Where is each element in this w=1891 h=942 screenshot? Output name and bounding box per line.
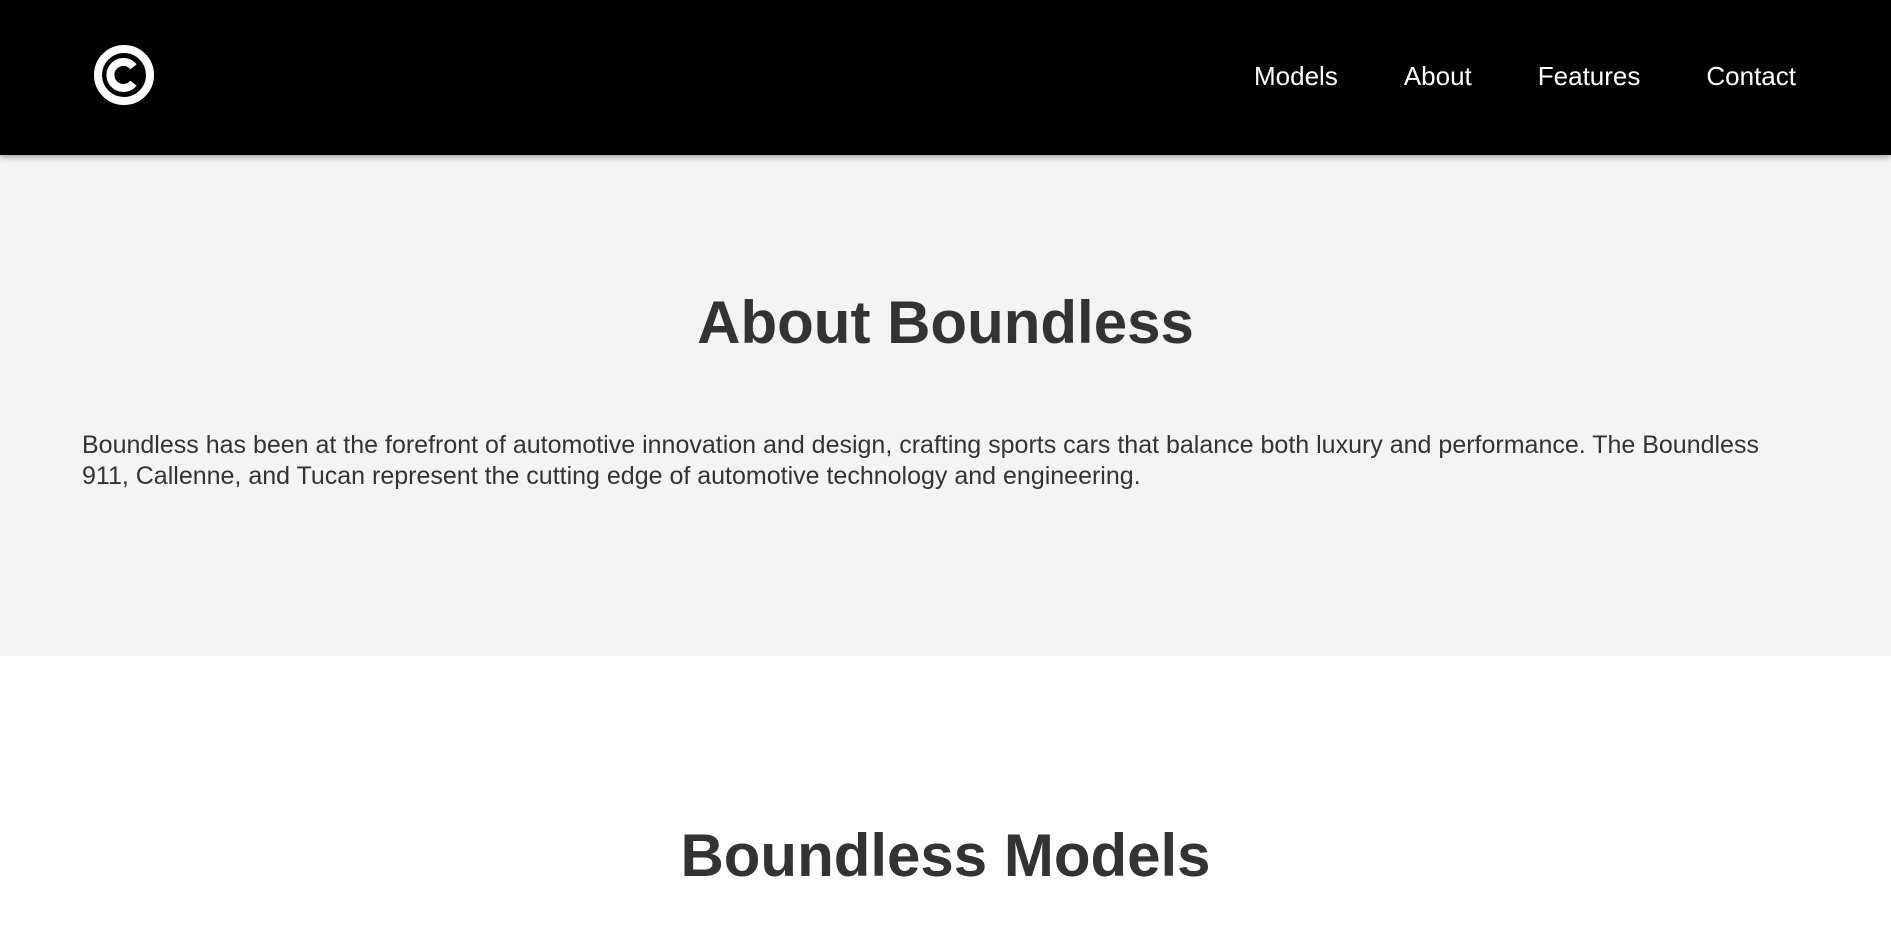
about-section: About Boundless Boundless has been at th… xyxy=(0,155,1891,656)
models-section: Boundless Models xyxy=(0,656,1891,942)
site-header: Models About Features Contact xyxy=(0,0,1891,155)
about-title: About Boundless xyxy=(697,289,1194,356)
nav-link-models[interactable]: Models xyxy=(1254,63,1338,89)
nav-link-features[interactable]: Features xyxy=(1538,63,1641,89)
main-nav: Models About Features Contact xyxy=(1254,0,1796,155)
models-title: Boundless Models xyxy=(680,822,1211,889)
nav-link-contact[interactable]: Contact xyxy=(1706,63,1796,89)
logo-icon[interactable] xyxy=(93,44,155,106)
nav-link-about[interactable]: About xyxy=(1404,63,1472,89)
about-description: Boundless has been at the forefront of a… xyxy=(82,431,1759,490)
